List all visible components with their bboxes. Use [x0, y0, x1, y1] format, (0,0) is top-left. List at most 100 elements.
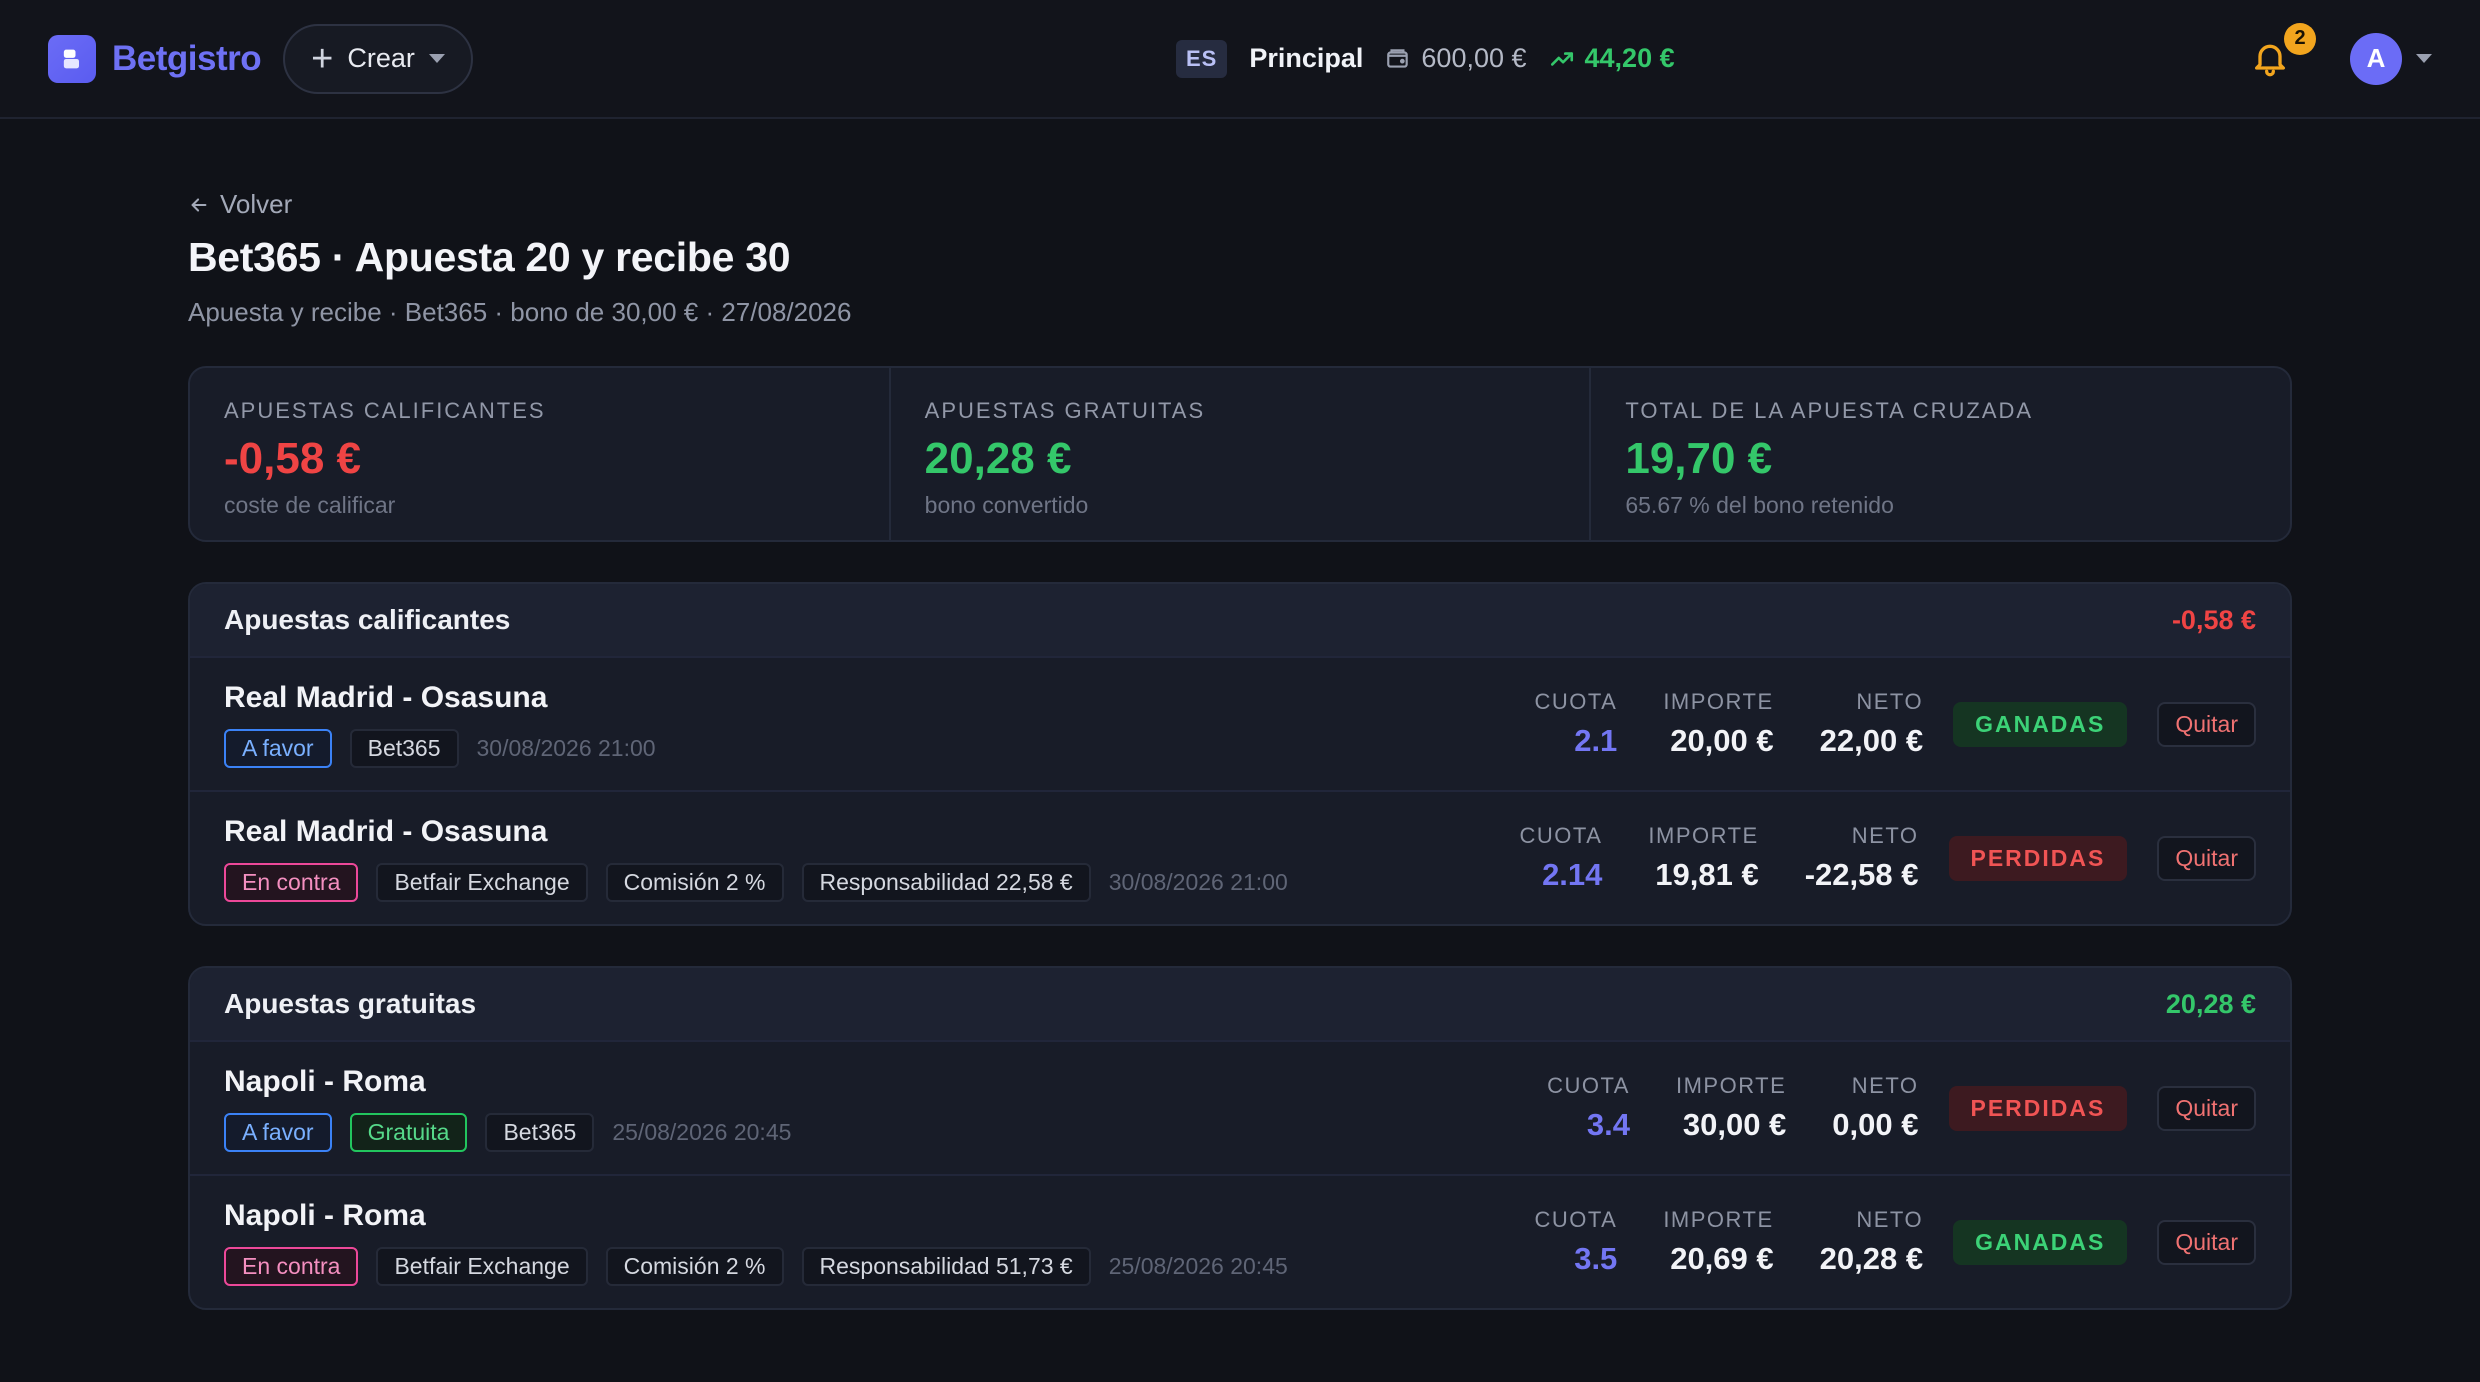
logo[interactable]: Betgistro — [48, 34, 262, 83]
metric-odds: CUOTA 2.1 — [1534, 689, 1617, 759]
metric-value: 30,00 € — [1682, 1107, 1787, 1142]
remove-button[interactable]: Quitar — [2157, 835, 2256, 881]
match-name: Napoli - Roma — [224, 1198, 426, 1232]
trending-up-icon — [1550, 51, 1573, 66]
stat-value: 19,70 € — [1625, 434, 1773, 483]
stat-value: 20,28 € — [924, 434, 1072, 483]
wallet-icon — [1387, 48, 1409, 68]
metric-net: NETO 0,00 € — [1832, 1073, 1918, 1143]
stat-label: APUESTAS GRATUITAS — [924, 398, 1206, 423]
bet-tags: En contra Betfair Exchange Comisión 2 % … — [224, 862, 1288, 902]
metric-stake: IMPORTE 30,00 € — [1676, 1073, 1786, 1143]
bet-metrics: CUOTA 2.1 IMPORTE 20,00 € NETO 22,00 € — [1534, 689, 1923, 759]
stat-value: -0,58 € — [224, 434, 361, 483]
create-label: Crear — [347, 43, 415, 73]
metric-label: IMPORTE — [1663, 689, 1774, 714]
status-badge[interactable]: GANADAS — [1953, 1219, 2128, 1265]
bet-row: Real Madrid - Osasuna A favor Bet365 30/… — [190, 656, 2290, 790]
section-free-bets: Apuestas gratuitas 20,28 € Napoli - Roma… — [188, 966, 2292, 1310]
metric-odds: CUOTA 3.5 — [1534, 1207, 1617, 1277]
metric-stake: IMPORTE 20,00 € — [1663, 689, 1773, 759]
user-menu[interactable]: A — [2350, 32, 2432, 85]
metric-value: 2.14 — [1542, 857, 1603, 892]
section-total: -0,58 € — [2171, 604, 2256, 635]
language-badge: ES — [1176, 39, 1228, 78]
metric-label: CUOTA — [1547, 1073, 1630, 1098]
page-subtitle: Apuesta y recibe · Bet365 · bono de 30,0… — [188, 297, 852, 327]
section-title: Apuestas calificantes — [224, 604, 511, 635]
bet-tags: En contra Betfair Exchange Comisión 2 % … — [224, 1246, 1288, 1286]
chevron-down-icon — [2416, 54, 2432, 63]
metric-label: NETO — [1856, 1207, 1924, 1232]
metric-label: NETO — [1851, 823, 1919, 848]
tag-bookmaker: Betfair Exchange — [376, 1246, 588, 1286]
metric-odds: CUOTA 2.14 — [1520, 823, 1603, 893]
metric-value: 3.5 — [1574, 1241, 1618, 1276]
tag-bookmaker: Betfair Exchange — [376, 862, 588, 902]
metric-value: 20,28 € — [1819, 1241, 1924, 1276]
metric-label: IMPORTE — [1648, 823, 1759, 848]
tag-liability: Responsabilidad 51,73 € — [801, 1246, 1091, 1286]
remove-button[interactable]: Quitar — [2157, 1219, 2256, 1265]
tag-commission: Comisión 2 % — [605, 862, 784, 902]
metric-net: NETO 20,28 € — [1820, 1207, 1923, 1277]
stat-caption: 65.67 % del bono retenido — [1625, 492, 1894, 518]
bet-figures: CUOTA 3.5 IMPORTE 20,69 € NETO 20,28 € G… — [1534, 1207, 2256, 1277]
tag-side: En contra — [224, 1246, 359, 1286]
tag-bookmaker: Bet365 — [485, 1112, 595, 1152]
metric-label: NETO — [1856, 689, 1924, 714]
bet-info: Real Madrid - Osasuna A favor Bet365 30/… — [224, 681, 656, 768]
tag-commission: Comisión 2 % — [605, 1246, 784, 1286]
chevron-down-icon — [428, 54, 445, 63]
status-badge[interactable]: PERDIDAS — [1948, 835, 2128, 881]
create-button[interactable]: + Crear — [283, 23, 473, 94]
bet-info: Napoli - Roma En contra Betfair Exchange… — [224, 1199, 1288, 1286]
bet-row: Real Madrid - Osasuna En contra Betfair … — [190, 790, 2290, 924]
stat-label: TOTAL DE LA APUESTA CRUZADA — [1625, 398, 2034, 423]
bet-row: Napoli - Roma En contra Betfair Exchange… — [190, 1174, 2290, 1308]
metric-value: 2.1 — [1574, 723, 1618, 758]
metric-value: -22,58 € — [1804, 857, 1919, 892]
metric-label: NETO — [1851, 1073, 1919, 1098]
section-header: Apuestas gratuitas 20,28 € — [190, 968, 2290, 1040]
stats-card: APUESTAS CALIFICANTES -0,58 € coste de c… — [188, 366, 2292, 542]
notification-count: 2 — [2284, 22, 2316, 55]
metric-label: IMPORTE — [1663, 1207, 1774, 1232]
status-badge[interactable]: PERDIDAS — [1948, 1085, 2128, 1131]
section-total: 20,28 € — [2165, 988, 2256, 1019]
main-content: Volver Bet365 · Apuesta 20 y recibe 30 A… — [0, 119, 2292, 1310]
match-name: Real Madrid - Osasuna — [224, 814, 548, 848]
metric-value: 22,00 € — [1819, 723, 1924, 758]
account-name: Principal — [1249, 43, 1364, 73]
plus-icon: + — [311, 37, 334, 80]
page-title: Bet365 · Apuesta 20 y recibe 30 — [188, 234, 791, 280]
account-summary[interactable]: ES Principal 600,00 € 44,20 € — [1176, 39, 1675, 78]
bet-date: 30/08/2026 21:00 — [476, 734, 656, 761]
section-qualifying-bets: Apuestas calificantes -0,58 € Real Madri… — [188, 582, 2292, 926]
tag-side: En contra — [224, 862, 359, 902]
section-header: Apuestas calificantes -0,58 € — [190, 584, 2290, 656]
tag-liability: Responsabilidad 22,58 € — [801, 862, 1091, 902]
stat-label: APUESTAS CALIFICANTES — [224, 398, 546, 423]
remove-button[interactable]: Quitar — [2157, 1085, 2256, 1131]
match-name: Napoli - Roma — [224, 1064, 426, 1098]
stat-caption: coste de calificar — [224, 492, 396, 518]
bet-metrics: CUOTA 3.5 IMPORTE 20,69 € NETO 20,28 € — [1534, 1207, 1923, 1277]
metric-stake: IMPORTE 20,69 € — [1663, 1207, 1773, 1277]
metric-label: IMPORTE — [1675, 1073, 1787, 1098]
bet-metrics: CUOTA 3.4 IMPORTE 30,00 € NETO 0,00 € — [1547, 1073, 1918, 1143]
metric-stake: IMPORTE 19,81 € — [1648, 823, 1758, 893]
avatar: A — [2350, 32, 2402, 85]
notifications-button[interactable]: 2 — [2250, 22, 2316, 81]
metric-value: 19,81 € — [1655, 857, 1759, 892]
bet-date: 25/08/2026 20:45 — [612, 1118, 792, 1145]
tag-bookmaker: Bet365 — [349, 728, 459, 768]
arrow-left-icon — [191, 197, 207, 212]
remove-button[interactable]: Quitar — [2157, 701, 2256, 747]
back-link[interactable]: Volver — [188, 189, 2292, 220]
bet-info: Real Madrid - Osasuna En contra Betfair … — [224, 815, 1288, 902]
bet-date: 25/08/2026 20:45 — [1108, 1252, 1288, 1279]
metric-label: CUOTA — [1519, 823, 1603, 848]
metric-label: CUOTA — [1534, 1207, 1618, 1232]
status-badge[interactable]: GANADAS — [1953, 701, 2128, 747]
